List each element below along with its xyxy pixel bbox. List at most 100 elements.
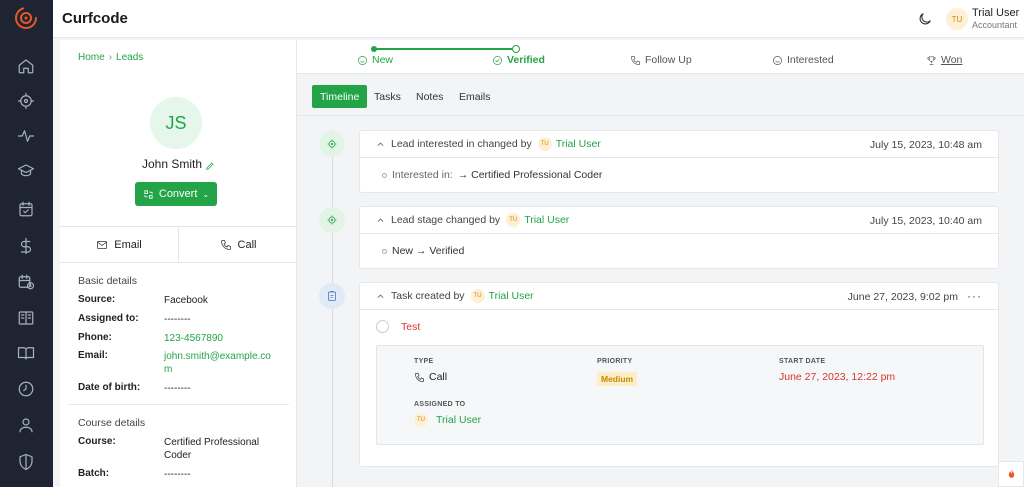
email-link[interactable]: john.smith@example.com	[164, 350, 272, 376]
batch-label: Batch:	[78, 468, 110, 479]
priority-badge: Medium	[597, 372, 638, 386]
task-type-label: TYPE	[414, 358, 434, 365]
phone-link[interactable]: 123-4567890	[164, 332, 284, 345]
breadcrumb-home[interactable]: Home	[78, 52, 105, 63]
stage-new[interactable]: New	[357, 54, 393, 66]
breadcrumb-separator: ›	[108, 52, 113, 63]
chevron-up-icon[interactable]	[376, 216, 385, 225]
batch-value: --------	[164, 469, 191, 480]
stage-interested[interactable]: Interested	[772, 54, 834, 66]
book-icon[interactable]	[16, 343, 36, 363]
basic-details-title: Basic details	[78, 275, 137, 287]
shield-icon[interactable]	[16, 452, 36, 472]
phone-icon	[631, 55, 640, 65]
email-button[interactable]: Email	[60, 227, 178, 262]
event-body: New → Verified	[360, 234, 998, 268]
convert-label: Convert	[158, 188, 198, 200]
mail-icon	[97, 240, 108, 249]
tab-notes[interactable]: Notes	[408, 85, 451, 108]
stage-verified[interactable]: Verified	[492, 54, 545, 66]
progress-line	[374, 48, 517, 50]
lead-name: John Smith	[141, 157, 203, 171]
task-assignee[interactable]: Trial User	[436, 414, 481, 426]
clock-icon[interactable]	[16, 379, 36, 399]
task-type-value: Call	[414, 371, 447, 383]
tab-tasks[interactable]: Tasks	[366, 85, 409, 108]
chevron-up-icon[interactable]	[376, 140, 385, 149]
event-time: July 15, 2023, 10:40 am	[869, 215, 982, 227]
chevron-down-icon: ⌄	[202, 189, 210, 199]
activity-icon[interactable]	[16, 126, 36, 146]
course-details-title: Course details	[78, 417, 146, 429]
dollar-icon[interactable]	[16, 236, 36, 256]
stage-follow-up-label: Follow Up	[645, 54, 692, 66]
calendar-check-icon[interactable]	[16, 199, 36, 219]
email-label: Email:	[78, 350, 109, 361]
task-details: TYPE Call PRIORITY Medium START DATE Jun…	[376, 345, 984, 445]
date-of-birth-value: --------	[164, 383, 191, 394]
task-start-date-label: START DATE	[779, 358, 826, 365]
graduation-cap-icon[interactable]	[16, 161, 36, 181]
stage-verified-label: Verified	[507, 54, 545, 66]
calendar-clock-icon[interactable]	[16, 272, 36, 292]
event-body: Interested in: → Certified Professional …	[360, 158, 998, 192]
convert-button[interactable]: Convert ⌄	[135, 182, 217, 206]
task-complete-checkbox[interactable]	[376, 320, 389, 333]
user-icon[interactable]	[16, 415, 36, 435]
event-time: July 15, 2023, 10:48 am	[869, 139, 982, 151]
divider	[68, 404, 289, 405]
assigned-to-label: Assigned to:	[78, 313, 139, 324]
breadcrumb: Home › Leads	[78, 52, 143, 63]
user-name[interactable]: Trial User	[972, 7, 1019, 19]
event-title: Lead stage changed by	[391, 214, 501, 226]
event-field-label: Interested in:	[392, 169, 453, 181]
event-title: Lead interested in changed by	[391, 138, 532, 150]
dark-mode-toggle-icon[interactable]	[917, 11, 933, 27]
leads-target-icon[interactable]	[16, 91, 36, 111]
user-avatar: TU	[470, 289, 485, 303]
phone-icon	[220, 239, 231, 250]
event-user[interactable]: Trial User	[556, 138, 601, 150]
contact-actions: Email Call	[60, 226, 297, 263]
check-circle-icon	[493, 55, 502, 65]
more-options-icon[interactable]: ···	[967, 289, 982, 303]
tab-timeline[interactable]: Timeline	[312, 85, 368, 108]
home-icon[interactable]	[16, 56, 36, 76]
timeline-card-header[interactable]: Lead stage changed by TU Trial User July…	[360, 207, 998, 234]
chevron-up-icon[interactable]	[376, 292, 385, 301]
lead-avatar: JS	[150, 97, 202, 149]
call-button[interactable]: Call	[178, 227, 297, 262]
timeline-card-header[interactable]: Task created by TU Trial User June 27, 2…	[360, 283, 998, 310]
user-avatar[interactable]: TU	[946, 8, 968, 30]
stage-follow-up[interactable]: Follow Up	[630, 54, 692, 66]
tab-emails[interactable]: Emails	[451, 85, 499, 108]
stage-won-label: Won	[941, 54, 963, 66]
lead-name-row: John Smith	[60, 157, 297, 171]
task-start-date-value: June 27, 2023, 12:22 pm	[779, 371, 896, 383]
flame-widget-icon[interactable]	[998, 461, 1024, 487]
stage-progress: New Verified Follow Up Interested Won	[297, 40, 1024, 74]
phone-call-icon	[415, 372, 424, 382]
breadcrumb-leads[interactable]: Leads	[116, 52, 143, 63]
stage-won[interactable]: Won	[926, 54, 962, 66]
face-icon	[773, 55, 782, 65]
call-button-label: Call	[237, 238, 257, 251]
event-time: June 27, 2023, 9:02 pm	[847, 291, 958, 303]
event-field-value: → Certified Professional Coder	[457, 169, 603, 181]
event-user[interactable]: Trial User	[489, 290, 534, 302]
stage-dot-verified	[512, 45, 520, 53]
app-logo-icon[interactable]	[14, 6, 38, 30]
user-avatar: TU	[414, 413, 428, 427]
stage-new-label: New	[372, 54, 394, 66]
convert-icon	[144, 189, 153, 199]
source-value: Facebook	[164, 295, 208, 306]
event-user[interactable]: Trial User	[524, 214, 569, 226]
timeline-card: Lead stage changed by TU Trial User July…	[359, 206, 999, 269]
top-bar: Curfcode TU Trial User Accountant	[53, 0, 1024, 38]
task-title[interactable]: Test	[401, 321, 420, 333]
edit-pencil-icon[interactable]	[205, 160, 215, 170]
event-title: Task created by	[391, 290, 465, 302]
timeline-card-header[interactable]: Lead interested in changed by TU Trial U…	[360, 131, 998, 158]
open-book-icon[interactable]	[16, 308, 36, 328]
timeline-target-icon	[319, 207, 345, 233]
